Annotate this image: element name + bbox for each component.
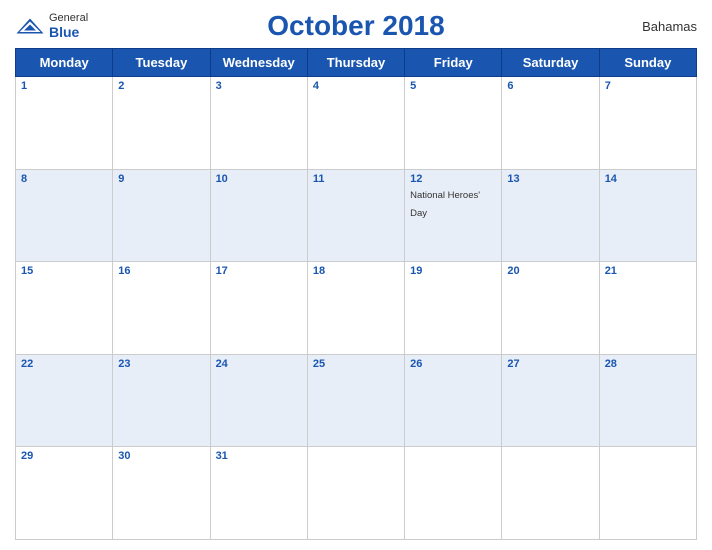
day-number: 27: [507, 358, 593, 370]
day-number: 16: [118, 265, 204, 277]
day-number: 17: [216, 265, 302, 277]
month-title: October 2018: [267, 10, 444, 42]
day-number: 9: [118, 173, 204, 185]
calendar-day-cell: 23: [113, 354, 210, 447]
calendar-week-row: 89 10 11 12 National Heroes' Day 13 14: [16, 169, 697, 262]
day-number: 5: [410, 80, 496, 92]
logo: General Blue: [15, 12, 88, 40]
day-number: 19: [410, 265, 496, 277]
calendar-day-cell: [405, 447, 502, 540]
day-number: 10: [216, 173, 302, 185]
calendar-day-cell: 22: [16, 354, 113, 447]
calendar-day-cell: [307, 447, 404, 540]
logo-icon: [15, 17, 45, 35]
calendar-day-cell: 9: [113, 169, 210, 262]
calendar-day-cell: 16: [113, 262, 210, 355]
calendar-week-row: 15 16 17 18 19 20 21: [16, 262, 697, 355]
calendar-day-cell: [502, 447, 599, 540]
weekday-header-saturday: Saturday: [502, 49, 599, 77]
calendar-day-cell: 5: [405, 77, 502, 170]
calendar-day-cell: 19: [405, 262, 502, 355]
day-number: 20: [507, 265, 593, 277]
calendar-day-cell: 30: [113, 447, 210, 540]
calendar-day-cell: 4: [307, 77, 404, 170]
weekday-header-friday: Friday: [405, 49, 502, 77]
calendar-day-cell: 25: [307, 354, 404, 447]
day-number: 25: [313, 358, 399, 370]
calendar-day-cell: 27: [502, 354, 599, 447]
day-number: 12: [410, 173, 496, 185]
day-number: 11: [313, 173, 399, 185]
calendar-day-cell: 20: [502, 262, 599, 355]
calendar-week-row: 29 30 31: [16, 447, 697, 540]
calendar-day-cell: 21: [599, 262, 696, 355]
calendar-week-row: 1234567: [16, 77, 697, 170]
day-number: 28: [605, 358, 691, 370]
weekday-header-monday: Monday: [16, 49, 113, 77]
day-number: 31: [216, 450, 302, 462]
day-number: 6: [507, 80, 593, 92]
calendar-day-cell: 29: [16, 447, 113, 540]
calendar-day-cell: 17: [210, 262, 307, 355]
day-number: 4: [313, 80, 399, 92]
country-label: Bahamas: [642, 19, 697, 34]
day-number: 2: [118, 80, 204, 92]
logo-general-text: General: [49, 12, 88, 24]
event-label: National Heroes' Day: [410, 190, 480, 219]
day-number: 24: [216, 358, 302, 370]
day-number: 1: [21, 80, 107, 92]
weekday-header-tuesday: Tuesday: [113, 49, 210, 77]
calendar-day-cell: 1: [16, 77, 113, 170]
calendar-table: MondayTuesdayWednesdayThursdayFridaySatu…: [15, 48, 697, 540]
logo-blue-text: Blue: [49, 24, 88, 40]
calendar-day-cell: 12 National Heroes' Day: [405, 169, 502, 262]
day-number: 26: [410, 358, 496, 370]
calendar-day-cell: 24: [210, 354, 307, 447]
weekday-header-row: MondayTuesdayWednesdayThursdayFridaySatu…: [16, 49, 697, 77]
calendar-day-cell: 28: [599, 354, 696, 447]
calendar-day-cell: 10: [210, 169, 307, 262]
calendar-day-cell: 3: [210, 77, 307, 170]
weekday-header-wednesday: Wednesday: [210, 49, 307, 77]
weekday-header-sunday: Sunday: [599, 49, 696, 77]
calendar-header: General Blue October 2018 Bahamas: [15, 10, 697, 42]
day-number: 30: [118, 450, 204, 462]
day-number: 23: [118, 358, 204, 370]
day-number: 13: [507, 173, 593, 185]
day-number: 29: [21, 450, 107, 462]
day-number: 8: [21, 173, 107, 185]
day-number: 15: [21, 265, 107, 277]
calendar-day-cell: 11: [307, 169, 404, 262]
day-number: 22: [21, 358, 107, 370]
day-number: 21: [605, 265, 691, 277]
calendar-day-cell: 15: [16, 262, 113, 355]
calendar-day-cell: [599, 447, 696, 540]
weekday-header-thursday: Thursday: [307, 49, 404, 77]
calendar-day-cell: 6: [502, 77, 599, 170]
calendar-day-cell: 7: [599, 77, 696, 170]
calendar-day-cell: 8: [16, 169, 113, 262]
day-number: 14: [605, 173, 691, 185]
calendar-day-cell: 26: [405, 354, 502, 447]
calendar-day-cell: 14: [599, 169, 696, 262]
calendar-day-cell: 18: [307, 262, 404, 355]
calendar-week-row: 22 23 24 25 26 27 28: [16, 354, 697, 447]
day-number: 7: [605, 80, 691, 92]
calendar-day-cell: 31: [210, 447, 307, 540]
calendar-day-cell: 13: [502, 169, 599, 262]
calendar-day-cell: 2: [113, 77, 210, 170]
day-number: 3: [216, 80, 302, 92]
day-number: 18: [313, 265, 399, 277]
